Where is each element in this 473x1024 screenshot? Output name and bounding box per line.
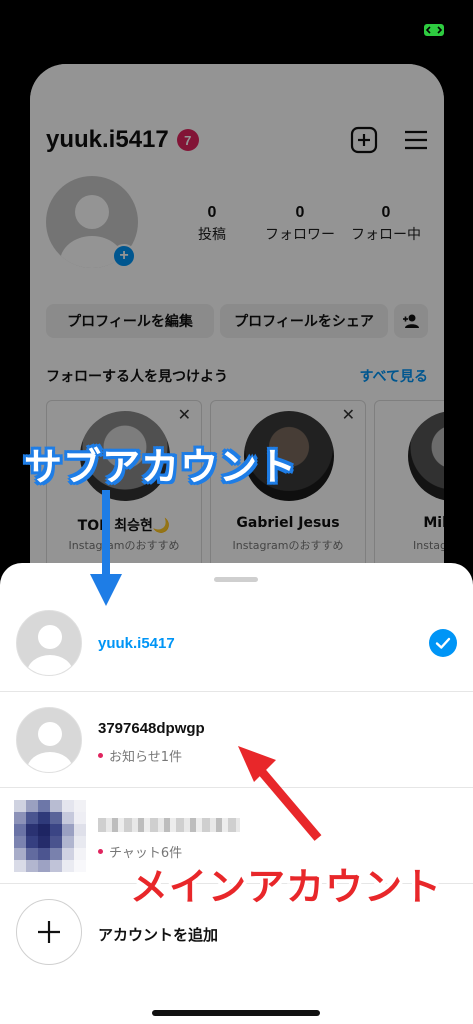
see-all-link[interactable]: すべて見る [360, 366, 428, 386]
suggestion-card[interactable]: Miley C Instagramのお [374, 400, 444, 584]
menu-icon[interactable] [402, 126, 430, 154]
suggestion-card[interactable]: ✕ Gabriel Jesus Instagramのおすすめ [210, 400, 366, 584]
account-username: 3797648dpwgp [98, 720, 205, 737]
account-notification: お知らせ1件 [98, 746, 182, 765]
account-notification-text: お知らせ1件 [109, 750, 183, 765]
share-profile-button[interactable]: プロフィールをシェア [220, 304, 388, 338]
stat-posts-count: 0 [207, 204, 217, 221]
sheet-grabber[interactable] [214, 577, 258, 582]
selected-check-icon [429, 629, 457, 657]
account-avatar [16, 610, 82, 676]
suggestion-subtitle: Instagramのおすすめ [232, 539, 344, 552]
notification-badge: 7 [176, 129, 199, 151]
unread-dot [98, 753, 103, 758]
add-person-icon [403, 314, 419, 328]
account-username-redacted [98, 818, 240, 832]
profile-screen-background: yuuk.i5417 7 + 0 投稿 0 フォロワー 0 フォロー中 プロフィ… [30, 64, 444, 584]
plus-icon [38, 921, 60, 943]
suggestion-name: TOP 최승현🌙 [77, 518, 171, 534]
suggestion-subtitle: Instagramのおすすめ [68, 539, 180, 552]
stat-following[interactable]: 0 フォロー中 [346, 204, 426, 244]
default-avatar-icon [27, 722, 73, 772]
profile-username[interactable]: yuuk.i5417 [46, 126, 169, 154]
suggestion-avatar [408, 411, 444, 501]
stat-posts-label: 投稿 [198, 226, 226, 242]
discover-people-button[interactable] [394, 304, 428, 338]
camera-in-use-icon [424, 24, 444, 36]
stat-following-count: 0 [381, 204, 391, 221]
edit-profile-button[interactable]: プロフィールを編集 [46, 304, 214, 338]
account-avatar-pixelated [14, 800, 86, 872]
close-icon[interactable]: ✕ [178, 405, 191, 424]
suggestion-card[interactable]: ✕ TOP 최승현🌙 Instagramのおすすめ [46, 400, 202, 584]
home-indicator[interactable] [152, 1010, 320, 1016]
stat-following-label: フォロー中 [351, 226, 421, 242]
create-post-icon[interactable] [350, 126, 378, 154]
unread-dot [98, 849, 103, 854]
account-avatar [16, 707, 82, 773]
main-account-annotation: メインアカウント [130, 865, 443, 909]
close-icon[interactable]: ✕ [342, 405, 355, 424]
stat-followers-label: フォロワー [265, 226, 335, 242]
stat-followers-count: 0 [295, 204, 305, 221]
suggestions-title: フォローする人を見つけよう [46, 369, 228, 385]
suggestion-name: Gabriel Jesus [236, 515, 340, 531]
add-story-button[interactable]: + [112, 244, 136, 268]
stat-posts: 0 投稿 [192, 204, 232, 244]
add-account-button[interactable] [16, 899, 82, 965]
suggestion-name: Miley C [423, 515, 444, 531]
sub-account-annotation: サブアカウント [24, 445, 298, 489]
add-account-label: アカウントを追加 [98, 927, 219, 944]
account-row[interactable]: 3797648dpwgp お知らせ1件 [0, 691, 473, 787]
default-avatar-icon [27, 625, 73, 675]
account-username: yuuk.i5417 [98, 635, 175, 652]
stat-followers[interactable]: 0 フォロワー [260, 204, 340, 244]
account-switcher-sheet: yuuk.i5417 3797648dpwgp お知らせ1件 チャット6件 アカ… [0, 563, 473, 1024]
profile-header: yuuk.i5417 7 [46, 126, 199, 154]
suggestion-subtitle: Instagramのお [413, 539, 444, 552]
account-row-current[interactable]: yuuk.i5417 [0, 595, 473, 691]
